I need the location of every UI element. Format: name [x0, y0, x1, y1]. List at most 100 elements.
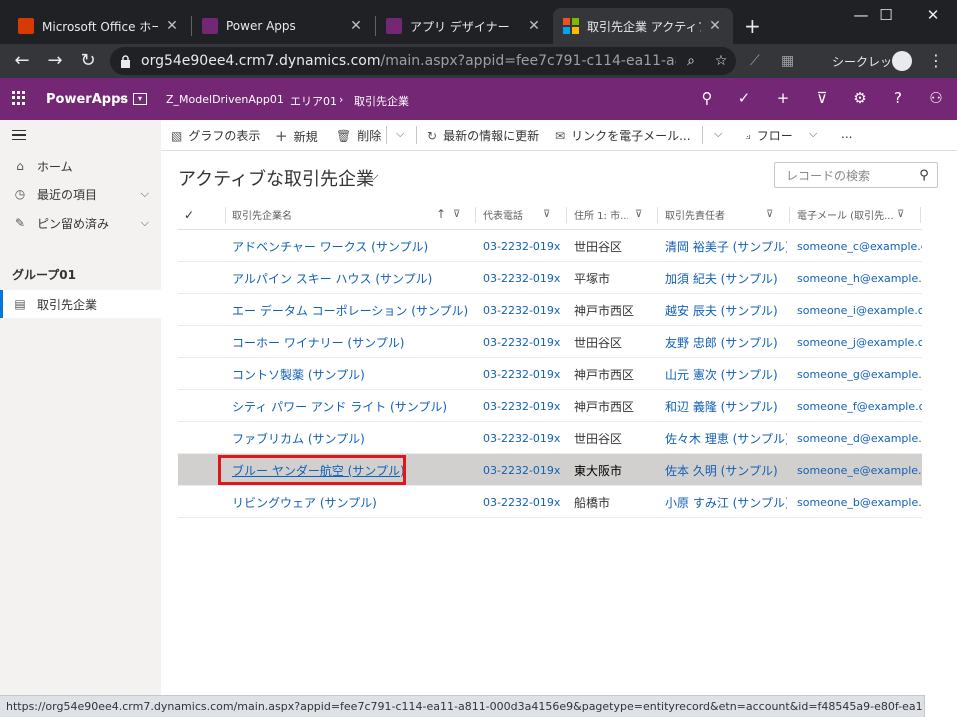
phone-link[interactable]: 03-2232-019x — [483, 262, 563, 294]
filter-icon[interactable]: ⊽ — [812, 89, 832, 109]
chevron-down-icon[interactable]: ⌵ — [714, 127, 722, 141]
browser-tab-app-designer[interactable]: アプリ デザイナー ✕ — [376, 8, 552, 44]
breadcrumb-app[interactable]: Z_ModelDrivenApp01 — [166, 93, 284, 106]
column-header-city[interactable]: 住所 1: 市... — [574, 200, 628, 229]
phone-link[interactable]: 03-2232-019x — [483, 422, 563, 454]
extension-icon[interactable]: ▦ — [781, 53, 794, 69]
column-header-email[interactable]: 電子メール (取引先... — [797, 200, 897, 229]
filter-icon[interactable]: ⊽ — [766, 209, 773, 220]
new-button[interactable]: + 新規 — [275, 127, 318, 145]
filter-icon[interactable]: ⊽ — [635, 209, 642, 220]
phone-link[interactable]: 03-2232-019x — [483, 294, 563, 326]
email-link[interactable]: someone_g@example.com — [797, 358, 922, 390]
column-header-contact[interactable]: 取引先責任者 — [665, 200, 765, 229]
email-link[interactable]: someone_f@example.com — [797, 390, 922, 422]
table-row[interactable]: リビングウェア (サンプル) 03-2232-019x 船橋市 小原 すみ江 (サンプ… — [178, 486, 922, 518]
nav-item-pinned[interactable]: ✎ ピン留め済み ⌵ — [0, 209, 161, 237]
delete-button[interactable]: 🗑 削除 — [336, 127, 381, 144]
search-icon[interactable]: ⚲ — [911, 168, 937, 183]
close-icon[interactable]: ✕ — [164, 18, 180, 34]
table-row[interactable]: エー データム コーポレーション (サンプル) 03-2232-019x 神戸市西区… — [178, 294, 922, 326]
column-header-name[interactable]: 取引先企業名 — [232, 200, 432, 229]
nav-item-home[interactable]: ⌂ ホーム — [0, 152, 161, 180]
email-link[interactable]: someone_h@example.com — [797, 262, 922, 294]
phone-link[interactable]: 03-2232-019x — [483, 230, 563, 262]
email-link[interactable]: someone_j@example.com — [797, 326, 922, 358]
filter-icon[interactable]: ⊽ — [897, 209, 904, 220]
nav-item-accounts[interactable]: ▤ 取引先企業 — [0, 290, 161, 318]
phone-link[interactable]: 03-2232-019x — [483, 390, 563, 422]
email-link-button[interactable]: ✉ リンクを電子メール... — [555, 127, 691, 144]
reload-icon[interactable]: ↻ — [76, 50, 100, 71]
back-arrow-icon[interactable]: ← — [10, 50, 34, 71]
show-chart-button[interactable]: ▧ グラフの表示 — [171, 127, 260, 144]
task-icon[interactable]: ✓ — [734, 89, 754, 109]
view-title[interactable]: アクティブな取引先企業 — [178, 165, 374, 191]
contact-link[interactable]: 加須 紀夫 (サンプル) — [665, 262, 787, 294]
app-name[interactable]: PowerApps — [46, 92, 128, 107]
incognito-icon[interactable] — [892, 51, 912, 71]
search-icon[interactable]: ⚲ — [697, 89, 717, 109]
phone-link[interactable]: 03-2232-019x — [483, 486, 563, 518]
table-row[interactable]: ブルー ヤンダー航空 (サンプル) 03-2232-019x 東大阪市 佐本 久明 (… — [178, 454, 922, 486]
contact-link[interactable]: 小原 すみ江 (サンプル) — [665, 486, 787, 518]
new-tab-button[interactable]: + — [744, 14, 761, 38]
help-icon[interactable]: ? — [888, 89, 908, 109]
select-all-checkmark-icon[interactable]: ✓ — [184, 208, 194, 222]
chevron-down-icon[interactable]: ⌵ — [141, 187, 149, 201]
account-name-link[interactable]: アドベンチャー ワークス (サンプル) — [232, 230, 472, 262]
waffle-icon[interactable] — [12, 91, 26, 105]
email-link[interactable]: someone_b@example.com — [797, 486, 922, 518]
record-search[interactable]: レコードの検索 ⚲ — [774, 162, 938, 188]
contact-link[interactable]: 山元 憲次 (サンプル) — [665, 358, 787, 390]
account-name-link[interactable]: アルパイン スキー ハウス (サンプル) — [232, 262, 472, 294]
address-bar[interactable]: org54e90ee4.crm7.dynamics.com/main.aspx?… — [110, 47, 736, 75]
account-name-link[interactable]: リビングウェア (サンプル) — [232, 486, 472, 518]
email-link[interactable]: someone_i@example.com — [797, 294, 922, 326]
table-row[interactable]: アドベンチャー ワークス (サンプル) 03-2232-019x 世田谷区 清岡 裕美… — [178, 230, 922, 262]
browser-tab-office[interactable]: Microsoft Office ホーム ✕ — [8, 8, 190, 44]
contact-link[interactable]: 佐々木 理恵 (サンプル) — [665, 422, 787, 454]
browser-tab-powerapps[interactable]: Power Apps ✕ — [192, 8, 374, 44]
table-row[interactable]: ファブリカム (サンプル) 03-2232-019x 世田谷区 佐々木 理恵 (サンプ… — [178, 422, 922, 454]
phone-link[interactable]: 03-2232-019x — [483, 454, 563, 486]
plus-icon[interactable]: + — [773, 89, 793, 109]
app-switcher-icon[interactable]: ▾ — [133, 93, 147, 105]
account-name-link[interactable]: エー データム コーポレーション (サンプル) — [232, 294, 472, 326]
forward-arrow-icon[interactable]: → — [43, 50, 67, 71]
nav-item-recent[interactable]: ◷ 最近の項目 ⌵ — [0, 180, 161, 208]
chevron-down-icon[interactable]: ⌵ — [809, 127, 817, 141]
flow-button[interactable]: ⟓ フロー — [745, 127, 793, 144]
phone-link[interactable]: 03-2232-019x — [483, 358, 563, 390]
sort-arrow-icon[interactable]: ↑ — [436, 207, 446, 221]
chevron-down-icon[interactable]: ⌵ — [118, 90, 127, 105]
account-name-link[interactable]: ファブリカム (サンプル) — [232, 422, 472, 454]
gear-icon[interactable]: ⚙ — [850, 89, 870, 109]
close-icon[interactable]: ✕ — [707, 18, 723, 34]
email-link[interactable]: someone_d@example.com — [797, 422, 922, 454]
table-row[interactable]: シティ パワー アンド ライト (サンプル) 03-2232-019x 神戸市西区 和… — [178, 390, 922, 422]
user-icon[interactable]: ⚇ — [926, 89, 946, 109]
browser-menu-icon[interactable]: ⋮ — [928, 51, 944, 70]
email-link[interactable]: someone_c@example.com — [797, 230, 922, 262]
close-icon[interactable]: ✕ — [526, 18, 542, 34]
account-name-link[interactable]: コントソ製薬 (サンプル) — [232, 358, 472, 390]
email-link[interactable]: someone_e@example.com — [797, 454, 922, 486]
search-input[interactable]: レコードの検索 — [786, 167, 911, 184]
chevron-down-icon[interactable]: ⌵ — [368, 168, 379, 184]
chevron-down-icon[interactable]: ⌵ — [396, 127, 404, 141]
filter-icon[interactable]: ⊽ — [543, 209, 550, 220]
more-commands-button[interactable]: ... — [841, 127, 852, 141]
contact-link[interactable]: 友野 忠郎 (サンプル) — [665, 326, 787, 358]
zoom-icon[interactable]: ⌕ — [676, 53, 706, 69]
filter-icon[interactable]: ⊽ — [453, 209, 460, 220]
breadcrumb-area[interactable]: エリア01 — [290, 93, 337, 109]
chevron-down-icon[interactable]: ⌵ — [141, 216, 149, 230]
table-row[interactable]: アルパイン スキー ハウス (サンプル) 03-2232-019x 平塚市 加須 紀夫… — [178, 262, 922, 294]
close-window-button[interactable]: ✕ — [910, 6, 956, 24]
contact-link[interactable]: 和辺 義隆 (サンプル) — [665, 390, 787, 422]
extension-icon[interactable]: ⟋ — [750, 53, 760, 69]
account-name-link[interactable]: シティ パワー アンド ライト (サンプル) — [232, 390, 472, 422]
maximize-button[interactable]: ☐ — [863, 6, 909, 24]
close-icon[interactable]: ✕ — [348, 18, 364, 34]
